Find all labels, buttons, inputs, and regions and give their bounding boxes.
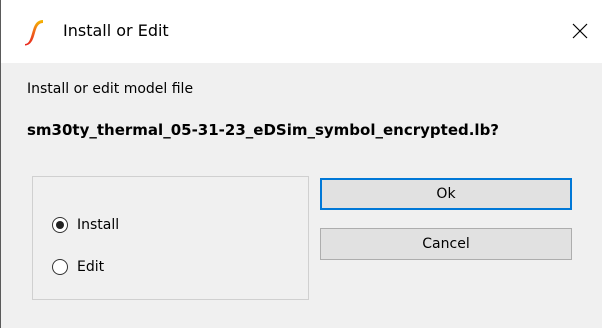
model-filename: sm30ty_thermal_05-31-23_eDSim_symbol_enc… — [27, 121, 500, 139]
cancel-button[interactable]: Cancel — [320, 228, 572, 260]
prompt-text: Install or edit model file — [27, 81, 194, 97]
ok-button[interactable]: Ok — [320, 178, 572, 210]
app-logo-icon — [25, 20, 43, 46]
install-radio-option[interactable]: Install — [52, 214, 119, 236]
install-radio-label[interactable]: Install — [77, 215, 119, 235]
edit-radio-label[interactable]: Edit — [77, 257, 104, 277]
action-radio-group: Install Edit — [32, 176, 309, 300]
edit-radio-button[interactable] — [52, 259, 68, 275]
edit-radio-option[interactable]: Edit — [52, 256, 104, 278]
title-bar: Install or Edit — [1, 0, 602, 63]
install-or-edit-dialog: Install or Edit Install or edit model fi… — [0, 0, 602, 328]
radio-selected-dot — [56, 221, 64, 229]
install-radio-button[interactable] — [52, 217, 68, 233]
close-button[interactable] — [566, 17, 594, 45]
close-icon — [572, 23, 588, 39]
window-title: Install or Edit — [63, 21, 169, 40]
